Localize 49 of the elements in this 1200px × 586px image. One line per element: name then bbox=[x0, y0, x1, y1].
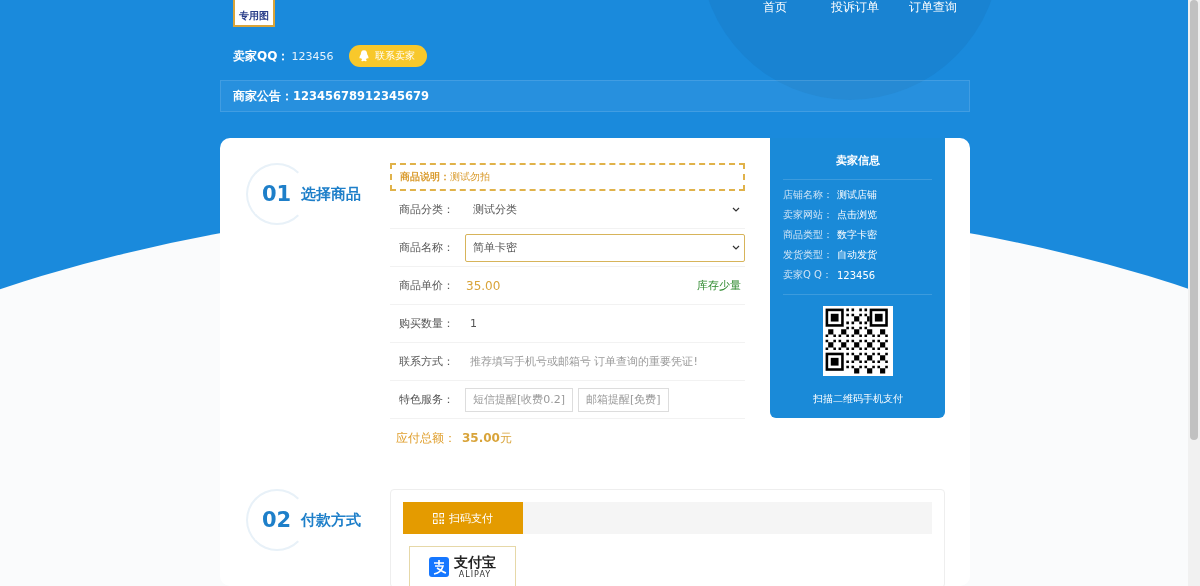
price-value: 35.00 bbox=[466, 278, 502, 293]
penguin-icon bbox=[359, 50, 370, 62]
info-label: 卖家Q Q： bbox=[783, 268, 833, 282]
info-value: 点击浏览 bbox=[837, 208, 877, 222]
scrollbar-thumb[interactable] bbox=[1190, 0, 1198, 440]
seller-qq-label: 卖家QQ： bbox=[233, 47, 290, 65]
field-label: 商品分类： bbox=[398, 202, 455, 217]
field-label: 商品名称： bbox=[398, 240, 455, 255]
nav-link[interactable]: 订单查询 bbox=[909, 0, 957, 14]
field-label: 商品单价： bbox=[398, 278, 455, 293]
scrollbar[interactable] bbox=[1188, 0, 1200, 586]
step-title: 选择商品 bbox=[301, 184, 362, 204]
description-label: 商品说明： bbox=[400, 170, 450, 182]
field-label: 特色服务： bbox=[398, 392, 455, 407]
field-label: 联系方式： bbox=[398, 354, 455, 369]
service-toggle[interactable]: 短信提醒[收费0.2] bbox=[465, 387, 574, 412]
panel-title: 卖家信息 bbox=[834, 153, 881, 167]
info-label: 店铺名称： bbox=[783, 188, 834, 202]
nav-link[interactable]: 首页 bbox=[763, 0, 787, 14]
info-value: 测试店铺 bbox=[837, 188, 877, 202]
select-field[interactable]: 简单卡密 bbox=[465, 233, 745, 262]
info-value: 自动发货 bbox=[837, 248, 877, 262]
step-title: 付款方式 bbox=[301, 510, 362, 530]
qr-caption: 扫描二维码手机支付 bbox=[811, 393, 904, 406]
alipay-option[interactable]: 支付宝 ALIPAY bbox=[409, 546, 516, 586]
info-value: 123456 bbox=[837, 269, 876, 281]
alipay-logo-icon bbox=[429, 557, 449, 577]
logo: 专用图 bbox=[233, 0, 275, 27]
info-label: 发货类型： bbox=[783, 248, 834, 262]
total-amount: 35.00元 bbox=[462, 429, 512, 447]
total-label: 应付总额： bbox=[396, 429, 456, 447]
caret-icon bbox=[732, 207, 740, 212]
qr-code bbox=[822, 306, 893, 376]
service-toggle[interactable]: 邮箱提醒[免费] bbox=[578, 387, 669, 412]
stock-status: 库存少量 bbox=[697, 278, 742, 293]
seller-qq-value: 123456 bbox=[291, 49, 334, 63]
caret-icon bbox=[732, 245, 740, 250]
info-label: 商品类型： bbox=[783, 228, 834, 242]
step-number: 02 bbox=[262, 508, 292, 532]
payment-tab[interactable]: 扫码支付 bbox=[403, 502, 523, 534]
nav-link[interactable]: 投诉订单 bbox=[831, 0, 879, 14]
field-label: 购买数量： bbox=[398, 316, 455, 331]
info-label: 卖家网站： bbox=[783, 208, 834, 222]
step-number: 01 bbox=[262, 182, 292, 206]
info-value: 数字卡密 bbox=[837, 228, 877, 242]
notice-bar: 商家公告：12345678912345679 bbox=[220, 80, 970, 112]
description-text: 测试勿拍 bbox=[450, 170, 490, 182]
qr-icon bbox=[433, 512, 444, 524]
select-field[interactable]: 测试分类 bbox=[465, 195, 745, 224]
